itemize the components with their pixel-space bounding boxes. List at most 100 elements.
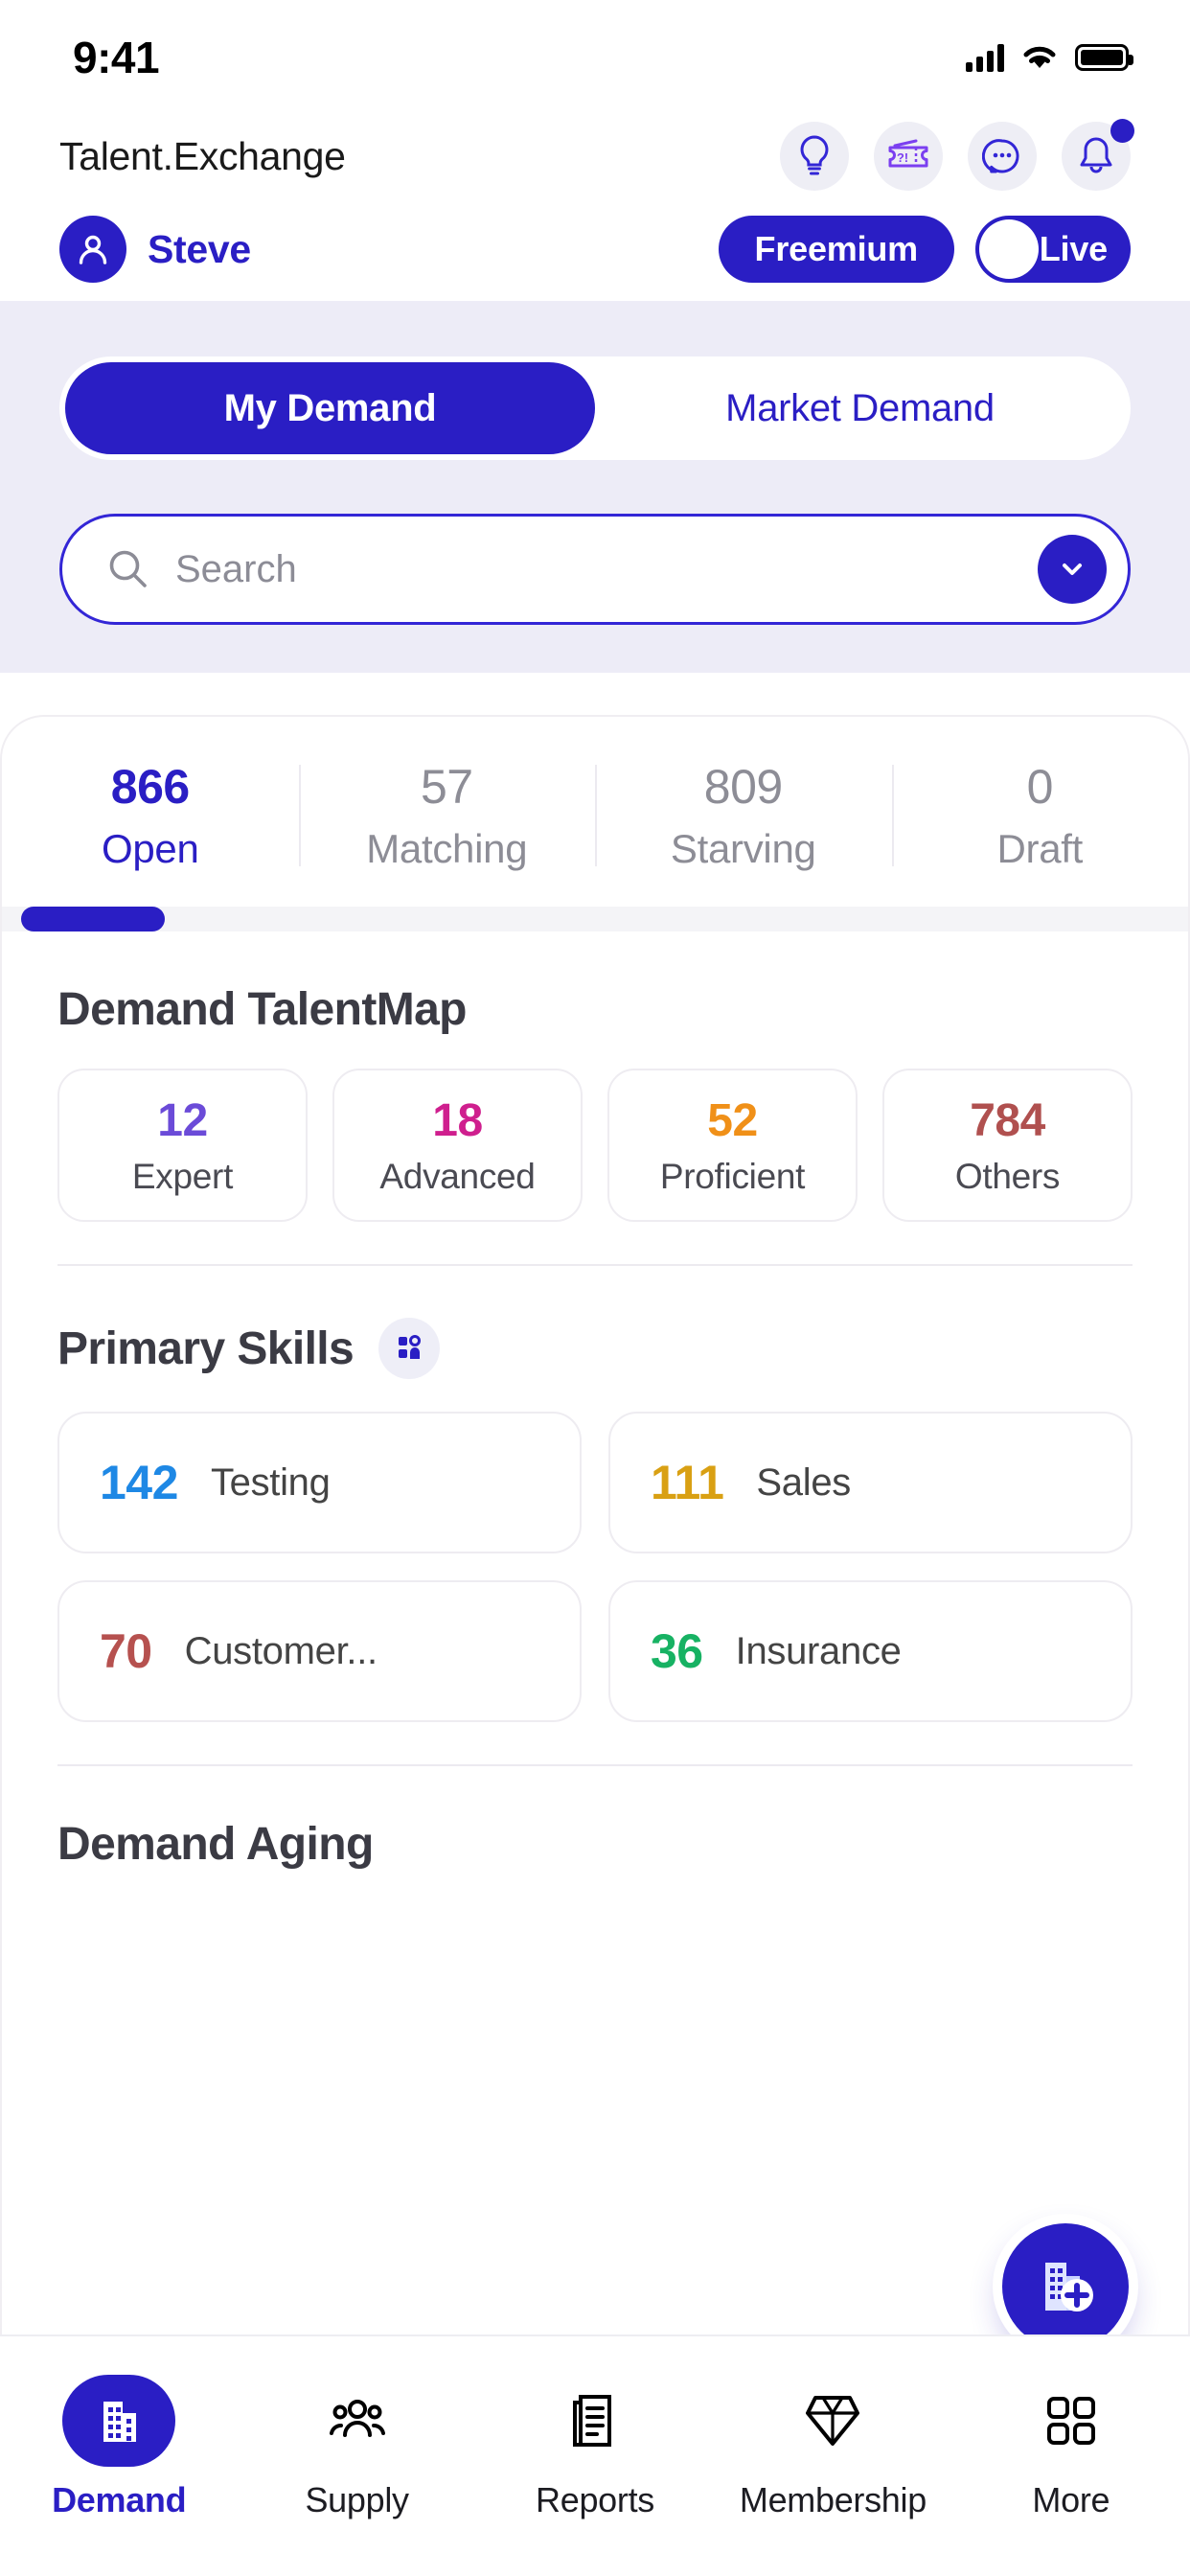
nav-membership-label: Membership	[739, 2480, 927, 2519]
tab-market-demand[interactable]: Market Demand	[595, 362, 1125, 454]
level-expert-label: Expert	[131, 1156, 234, 1196]
nav-reports-icon-wrap	[538, 2375, 652, 2467]
plan-badge[interactable]: Freemium	[718, 216, 954, 283]
avatar	[59, 216, 126, 283]
nav-item-demand[interactable]: Demand	[0, 2375, 238, 2520]
search-bar[interactable]	[59, 514, 1131, 625]
search-input[interactable]	[175, 547, 1013, 591]
nav-more-label: More	[1032, 2480, 1110, 2519]
status-time: 9:41	[73, 33, 160, 82]
app-screen: 9:41 Talent.Exchange ?! Steve Freemium L…	[0, 0, 1190, 2576]
chat-icon	[982, 139, 1019, 173]
nav-supply-icon-wrap	[301, 2375, 414, 2467]
stat-open-label: Open	[101, 826, 199, 871]
stat-matching[interactable]: 57 Matching	[298, 759, 596, 872]
stat-open-value: 866	[110, 760, 190, 814]
level-advanced-value: 18	[432, 1094, 483, 1146]
skill-testing-label: Testing	[210, 1460, 331, 1504]
section-divider-2	[57, 1764, 1133, 1766]
demand-tabs: My Demand Market Demand	[59, 356, 1131, 460]
header-actions: ?!	[780, 119, 1134, 191]
skill-insurance-value: 36	[651, 1624, 703, 1678]
bell-icon	[1080, 137, 1112, 173]
talentmap-levels: 12 Expert 18 Advanced 52 Proficient 784 …	[57, 1069, 1133, 1222]
user-profile[interactable]: Steve	[59, 216, 251, 283]
skill-card-sales[interactable]: 111 Sales	[608, 1412, 1133, 1553]
stat-draft-label: Draft	[996, 826, 1083, 871]
demand-aging-title: Demand Aging	[57, 1819, 374, 1870]
status-bar: 9:41	[0, 0, 1190, 115]
search-icon	[109, 550, 147, 587]
horizontal-scrollbar[interactable]	[2, 907, 1188, 932]
level-card-proficient[interactable]: 52 Proficient	[607, 1069, 858, 1222]
demand-content-card: 866 Open 57 Matching 809 Starving 0 Draf…	[0, 715, 1190, 2344]
battery-icon	[1075, 44, 1133, 71]
scrollbar-thumb[interactable]	[21, 907, 165, 932]
status-indicators	[966, 43, 1133, 72]
skills-info-button[interactable]	[378, 1318, 441, 1379]
tab-my-demand[interactable]: My Demand	[65, 362, 595, 454]
grid-icon	[1046, 2397, 1095, 2445]
stat-starving-label: Starving	[670, 826, 816, 871]
ticket-icon: ?!	[888, 139, 928, 168]
skill-card-testing[interactable]: 142 Testing	[57, 1412, 582, 1553]
level-card-expert[interactable]: 12 Expert	[57, 1069, 308, 1222]
app-header: Talent.Exchange ?! Steve Freemium Live	[0, 115, 1190, 301]
level-advanced-label: Advanced	[379, 1156, 536, 1196]
bottom-navigation: Demand Supply Reports Membership More	[0, 2334, 1190, 2576]
add-building-icon	[1045, 2263, 1093, 2312]
stat-open[interactable]: 866 Open	[2, 759, 299, 872]
level-others-value: 784	[970, 1094, 1045, 1146]
live-toggle-label: Live	[1039, 229, 1108, 268]
nav-reports-label: Reports	[536, 2480, 654, 2519]
stat-matching-label: Matching	[366, 826, 528, 871]
search-filter-button[interactable]	[1038, 535, 1107, 604]
bell-icon-button[interactable]	[1062, 119, 1134, 191]
toggle-knob	[979, 219, 1039, 279]
primary-skills-section: Primary Skills 142 Testing 111 Sales 70 …	[2, 1318, 1188, 1722]
cellular-signal-icon	[966, 43, 1004, 72]
primary-skills-title: Primary Skills	[57, 1322, 355, 1374]
stat-starving[interactable]: 809 Starving	[595, 759, 892, 872]
stat-draft[interactable]: 0 Draft	[891, 759, 1189, 872]
level-others-label: Others	[954, 1156, 1061, 1196]
primary-skills-grid: 142 Testing 111 Sales 70 Customer... 36 …	[57, 1412, 1133, 1722]
talentmap-section: Demand TalentMap 12 Expert 18 Advanced 5…	[2, 983, 1188, 1222]
level-proficient-value: 52	[707, 1094, 758, 1146]
skill-insurance-label: Insurance	[735, 1629, 902, 1672]
chat-icon-button[interactable]	[968, 122, 1037, 191]
skill-testing-value: 142	[100, 1456, 178, 1509]
chevron-down-icon	[1063, 564, 1082, 575]
ticket-icon-button[interactable]: ?!	[874, 122, 943, 191]
notification-badge	[1110, 119, 1134, 143]
nav-item-supply[interactable]: Supply	[238, 2375, 475, 2520]
header-plan-area: Freemium Live	[718, 216, 1131, 283]
lightbulb-icon	[800, 135, 829, 175]
nav-demand-label: Demand	[52, 2480, 187, 2519]
nav-item-membership[interactable]: Membership	[714, 2375, 951, 2520]
skill-sales-value: 111	[651, 1456, 724, 1509]
diamond-icon	[806, 2396, 860, 2446]
level-card-others[interactable]: 784 Others	[882, 1069, 1133, 1222]
skill-card-insurance[interactable]: 36 Insurance	[608, 1580, 1133, 1722]
live-toggle[interactable]: Live	[975, 216, 1131, 283]
demand-aging-section: Demand Aging	[2, 1818, 1188, 1871]
user-name: Steve	[148, 226, 251, 271]
app-brand: Talent.Exchange	[59, 133, 346, 178]
filter-panel: My Demand Market Demand	[0, 301, 1190, 673]
wifi-icon	[1023, 46, 1056, 68]
people-badge-icon	[399, 1335, 422, 1359]
stat-matching-value: 57	[420, 760, 473, 814]
skill-card-customer[interactable]: 70 Customer...	[57, 1580, 582, 1722]
nav-item-more[interactable]: More	[952, 2375, 1190, 2520]
nav-demand-icon-wrap	[62, 2375, 176, 2467]
nav-item-reports[interactable]: Reports	[476, 2375, 714, 2520]
user-icon	[79, 235, 107, 264]
level-card-advanced[interactable]: 18 Advanced	[332, 1069, 583, 1222]
add-demand-fab[interactable]	[1002, 2223, 1129, 2350]
lightbulb-icon-button[interactable]	[780, 122, 849, 191]
nav-supply-label: Supply	[305, 2480, 409, 2519]
demand-status-stats: 866 Open 57 Matching 809 Starving 0 Draf…	[2, 717, 1188, 907]
nav-membership-icon-wrap	[776, 2375, 889, 2467]
stat-starving-value: 809	[703, 760, 783, 814]
